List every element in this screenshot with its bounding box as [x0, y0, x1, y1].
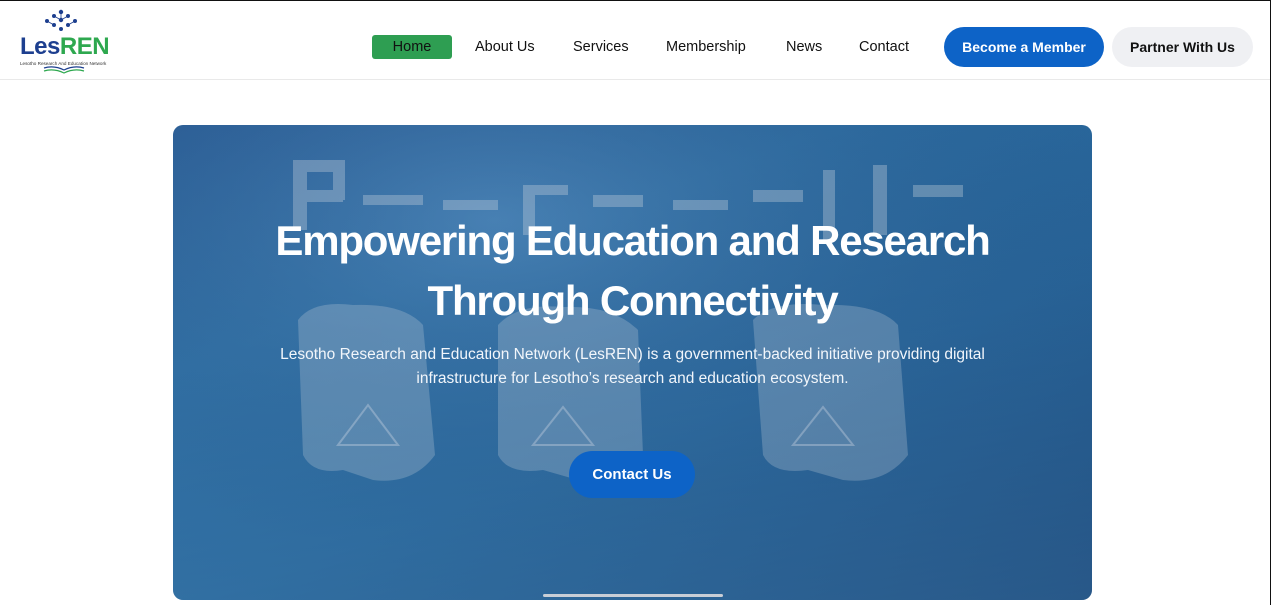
become-member-button[interactable]: Become a Member: [944, 27, 1104, 67]
hero-banner: Empowering Education and Research Throug…: [173, 125, 1092, 600]
open-book-icon: [43, 66, 85, 74]
hero-subtitle: Lesotho Research and Education Network (…: [223, 343, 1042, 391]
hero-title: Empowering Education and Research Throug…: [173, 211, 1092, 331]
partner-with-us-button[interactable]: Partner With Us: [1112, 27, 1253, 67]
hero-title-line1: Empowering Education and Research: [275, 217, 990, 264]
nav-item-home[interactable]: Home: [372, 35, 452, 59]
nav-item-news[interactable]: News: [786, 35, 822, 59]
nav-item-contact[interactable]: Contact: [859, 35, 909, 59]
hero-subtitle-line2: infrastructure for Lesotho’s research an…: [416, 370, 849, 387]
hero-title-line2: Through Connectivity: [427, 277, 839, 324]
logo-text-les: Les: [20, 33, 60, 60]
nav-item-about-us[interactable]: About Us: [475, 35, 535, 59]
hero-subtitle-line1: Lesotho Research and Education Network (…: [280, 346, 985, 363]
nav-item-membership[interactable]: Membership: [666, 35, 746, 59]
horizontal-scrollbar[interactable]: [543, 594, 723, 597]
contact-us-button[interactable]: Contact Us: [569, 451, 695, 498]
site-logo[interactable]: LesREN Lesotho Research And Education Ne…: [18, 7, 110, 74]
site-header: LesREN Lesotho Research And Education Ne…: [0, 1, 1271, 80]
nav-item-services[interactable]: Services: [573, 35, 629, 59]
logo-wordmark: LesREN: [20, 33, 110, 61]
logo-text-ren: REN: [59, 33, 110, 60]
